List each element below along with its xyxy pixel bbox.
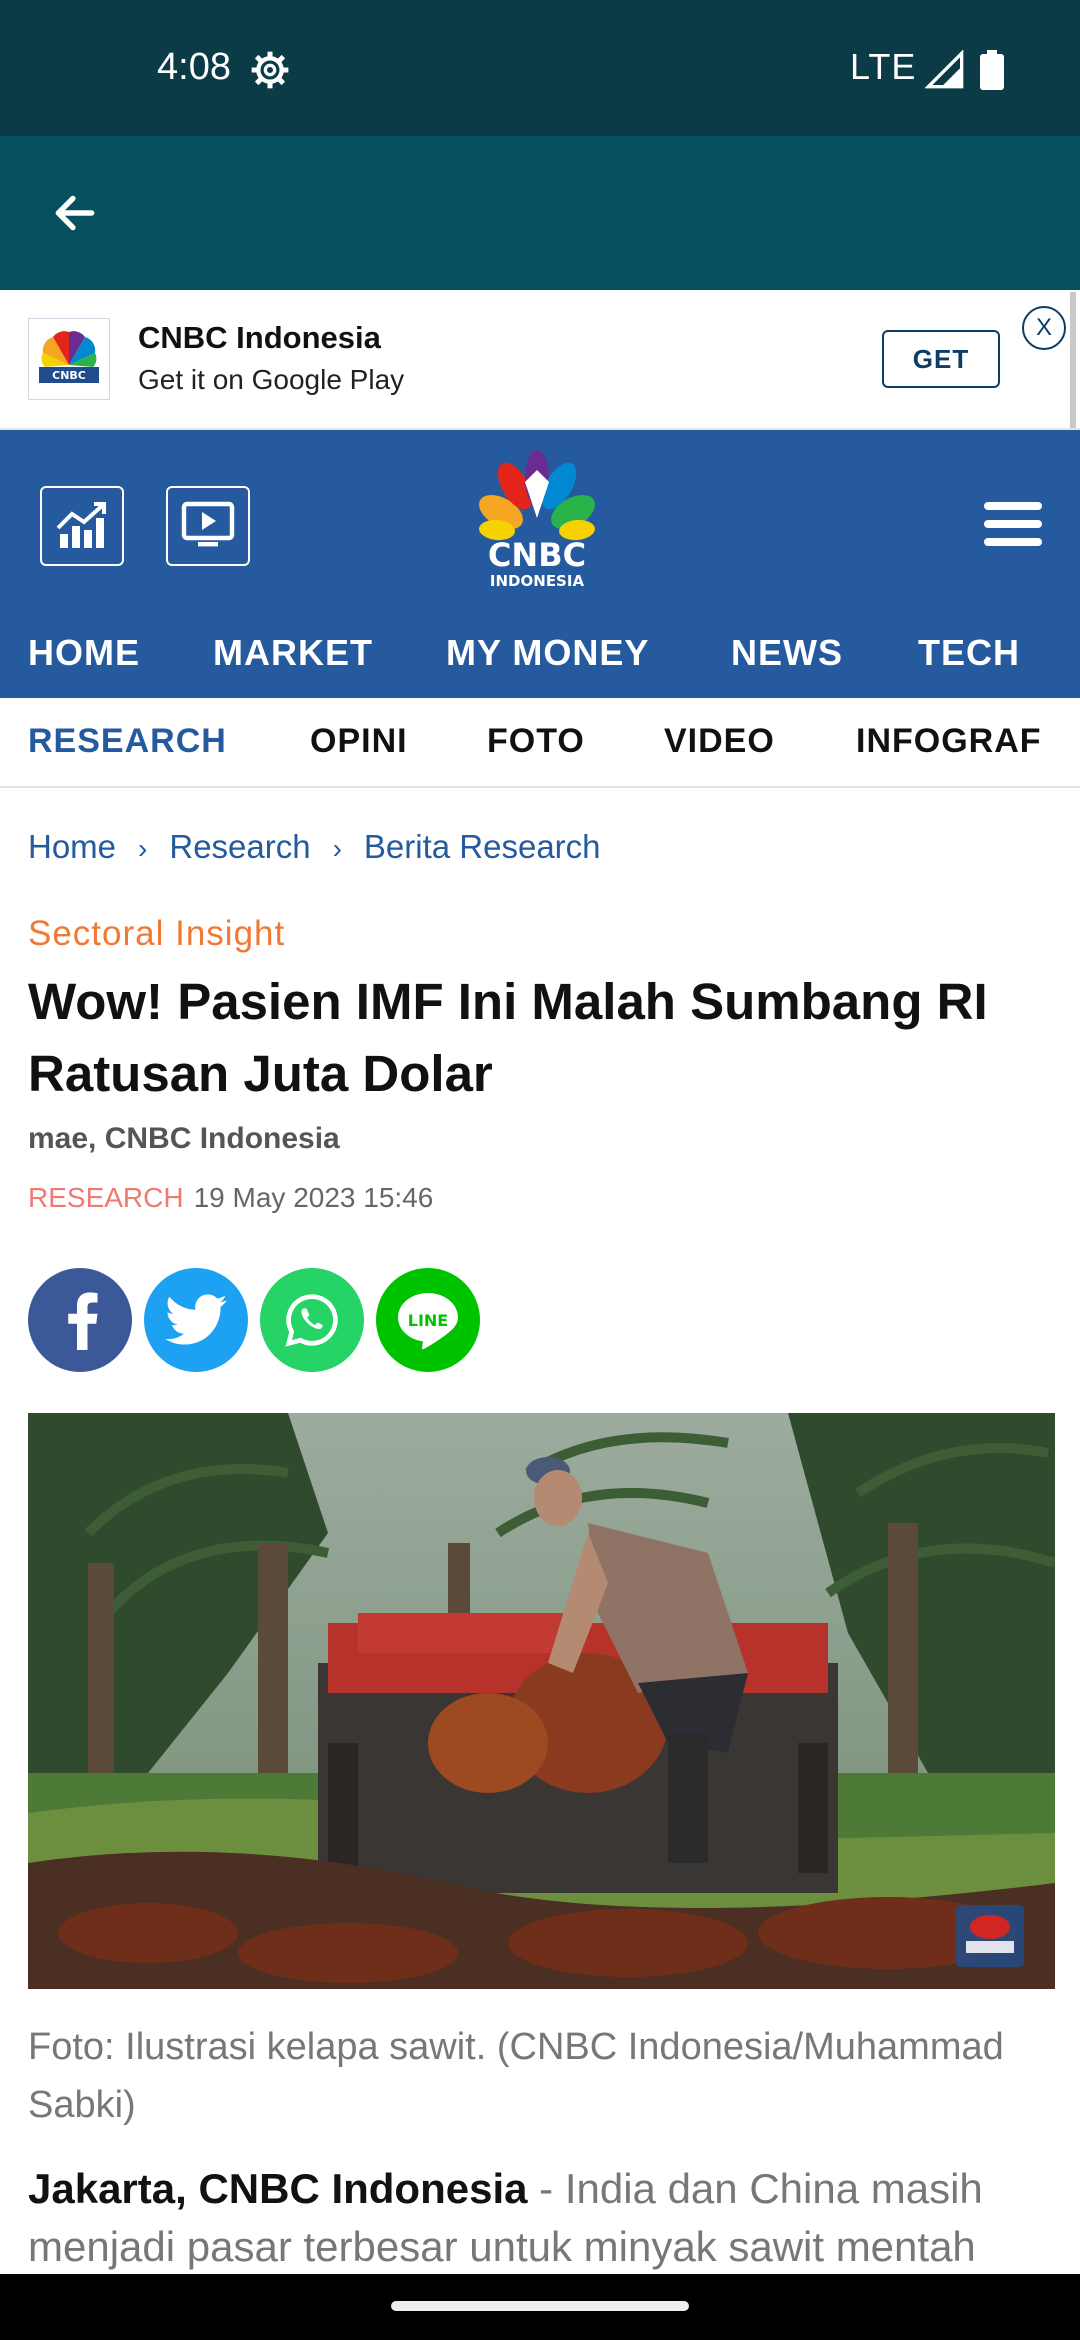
article-meta: RESEARCH 19 May 2023 15:46 (28, 1182, 433, 1214)
whatsapp-icon (285, 1294, 338, 1347)
settings-gear-icon (251, 51, 289, 89)
nav-item-market[interactable]: MARKET (213, 632, 373, 674)
article-lead-paragraph: Jakarta, CNBC Indonesia - India dan Chin… (28, 2160, 1058, 2276)
nav-item-video[interactable]: VIDEO (664, 722, 775, 761)
tv-button[interactable] (166, 486, 250, 566)
cnbc-watermark-icon (956, 1905, 1024, 1967)
article-hero-image[interactable] (28, 1413, 1055, 1989)
chevron-right-icon: › (138, 833, 148, 864)
breadcrumb-berita-research[interactable]: Berita Research (364, 828, 601, 865)
twitter-icon (165, 1294, 227, 1345)
banner-subtitle: Get it on Google Play (138, 364, 405, 395)
chevron-right-icon: › (332, 833, 342, 864)
back-button[interactable] (42, 180, 108, 246)
nav-item-infografis[interactable]: INFOGRAF (856, 722, 1042, 761)
article-title: Wow! Pasien IMF Ini Malah Sumbang RI Rat… (28, 973, 988, 1102)
share-line-button[interactable]: LINE (376, 1268, 480, 1372)
share-twitter-button[interactable] (144, 1268, 248, 1372)
breadcrumb: Home › Research › Berita Research (28, 828, 601, 866)
section-label[interactable]: Sectoral Insight (28, 914, 285, 954)
home-gesture-handle[interactable] (391, 2301, 689, 2311)
status-time: 4:08 (157, 46, 231, 88)
nav-item-my-money[interactable]: MY MONEY (446, 632, 649, 674)
site-header: CNBC INDONESIA (0, 430, 1080, 608)
nav-item-opini[interactable]: OPINI (310, 722, 408, 761)
system-nav-bar (0, 2274, 1080, 2340)
facebook-icon (68, 1292, 98, 1350)
network-type: LTE (850, 46, 917, 87)
svg-text:INDONESIA: INDONESIA (490, 572, 585, 590)
get-app-button[interactable]: GET (882, 330, 1000, 388)
lead-dateline: Jakarta, CNBC Indonesia (28, 2165, 528, 2212)
banner-app-name: CNBC Indonesia (138, 320, 381, 355)
share-facebook-button[interactable] (28, 1268, 132, 1372)
breadcrumb-home[interactable]: Home (28, 828, 116, 865)
line-icon: LINE (398, 1293, 458, 1350)
nav-item-home[interactable]: HOME (28, 632, 140, 674)
svg-text:LINE: LINE (408, 1311, 448, 1330)
app-install-banner[interactable]: CNBC CNBC Indonesia Get it on Google Pla… (0, 290, 1080, 430)
main-nav: HOME MARKET MY MONEY NEWS TECH (0, 608, 1080, 698)
svg-text:CNBC: CNBC (488, 536, 586, 574)
nav-item-foto[interactable]: FOTO (487, 722, 585, 761)
image-caption: Foto: Ilustrasi kelapa sawit. (CNBC Indo… (28, 2026, 1004, 2126)
nav-item-news[interactable]: NEWS (731, 632, 843, 674)
cnbc-indonesia-logo[interactable]: CNBC INDONESIA (462, 444, 612, 594)
nav-item-tech[interactable]: TECH (918, 632, 1020, 674)
app-bar (0, 136, 1080, 290)
battery-icon (980, 50, 1004, 90)
breadcrumb-research[interactable]: Research (169, 828, 310, 865)
market-chart-button[interactable] (40, 486, 124, 566)
share-whatsapp-button[interactable] (260, 1268, 364, 1372)
article-author: mae, CNBC Indonesia (28, 1122, 340, 1155)
svg-text:CNBC: CNBC (52, 369, 86, 382)
cnbc-app-logo: CNBC (28, 318, 110, 400)
article-date: 19 May 2023 15:46 (193, 1182, 434, 1213)
banner-scrollbar (1070, 292, 1076, 428)
banner-close-button[interactable]: X (1022, 306, 1066, 350)
tv-play-icon (181, 501, 235, 547)
chart-icon (56, 502, 106, 548)
hamburger-menu-icon[interactable] (984, 498, 1042, 550)
nav-item-research[interactable]: RESEARCH (28, 722, 227, 761)
status-bar: 4:08 LTE (0, 0, 1080, 136)
share-buttons: LINE (28, 1268, 480, 1372)
signal-icon (925, 50, 964, 89)
arrow-back-icon (55, 195, 95, 231)
article-category[interactable]: RESEARCH (28, 1182, 184, 1213)
sub-nav: RESEARCH OPINI FOTO VIDEO INFOGRAF (0, 698, 1080, 788)
